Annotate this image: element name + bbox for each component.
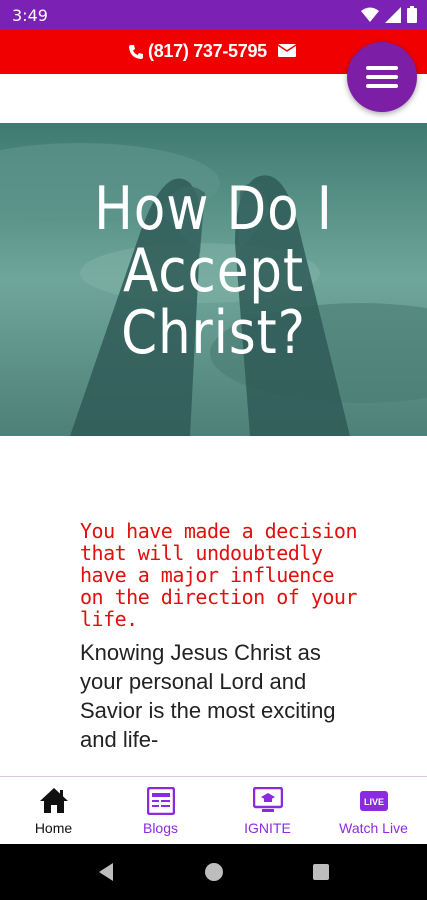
ignite-icon bbox=[252, 787, 283, 812]
blogs-icon bbox=[146, 787, 175, 815]
menu-button[interactable] bbox=[347, 42, 417, 112]
phone-icon bbox=[129, 44, 143, 59]
status-time: 3:49 bbox=[12, 6, 48, 25]
body-paragraph: Knowing Jesus Christ as your personal Lo… bbox=[80, 640, 336, 752]
hero-title-line: Christ? bbox=[121, 298, 306, 368]
wifi-icon bbox=[361, 7, 379, 22]
nav-blogs-label: Blogs bbox=[142, 820, 179, 836]
home-icon bbox=[39, 788, 68, 813]
back-icon[interactable] bbox=[97, 862, 115, 882]
system-navigation-bar bbox=[0, 844, 427, 900]
nav-home[interactable]: Home bbox=[0, 777, 107, 845]
bottom-navigation: Home Blogs IGNITE LIVE Watch Live bbox=[0, 776, 427, 845]
nav-ignite[interactable]: IGNITE bbox=[214, 777, 321, 845]
mail-icon[interactable] bbox=[278, 44, 296, 57]
hero-title-line: How Do I bbox=[94, 174, 333, 244]
nav-watch-live[interactable]: LIVE Watch Live bbox=[320, 777, 427, 845]
hero-title-line: Accept bbox=[122, 236, 305, 306]
menu-bar-top bbox=[366, 66, 398, 70]
article-content: You have made a decision that will undou… bbox=[80, 520, 360, 754]
hero-title: How Do I Accept Christ? bbox=[30, 178, 397, 364]
nav-watch-live-label: Watch Live bbox=[339, 820, 408, 836]
nav-ignite-label: IGNITE bbox=[244, 820, 291, 836]
menu-bar-middle bbox=[366, 75, 398, 79]
lead-paragraph: You have made a decision that will undou… bbox=[80, 519, 357, 631]
nav-blogs[interactable]: Blogs bbox=[107, 777, 214, 845]
status-icons bbox=[361, 6, 417, 23]
signal-icon bbox=[385, 6, 401, 23]
live-icon: LIVE bbox=[359, 791, 388, 811]
battery-icon bbox=[407, 6, 417, 23]
nav-home-label: Home bbox=[34, 820, 73, 836]
home-circle-icon[interactable] bbox=[204, 862, 224, 882]
status-bar: 3:49 bbox=[0, 0, 427, 30]
phone-number: (817) 737-5795 bbox=[148, 41, 267, 61]
phone-link[interactable]: (817) 737-5795 bbox=[128, 41, 267, 62]
hero-banner: How Do I Accept Christ? bbox=[0, 123, 427, 436]
svg-text:LIVE: LIVE bbox=[363, 797, 383, 807]
recents-icon[interactable] bbox=[312, 863, 330, 881]
menu-bar-bottom bbox=[366, 84, 398, 88]
